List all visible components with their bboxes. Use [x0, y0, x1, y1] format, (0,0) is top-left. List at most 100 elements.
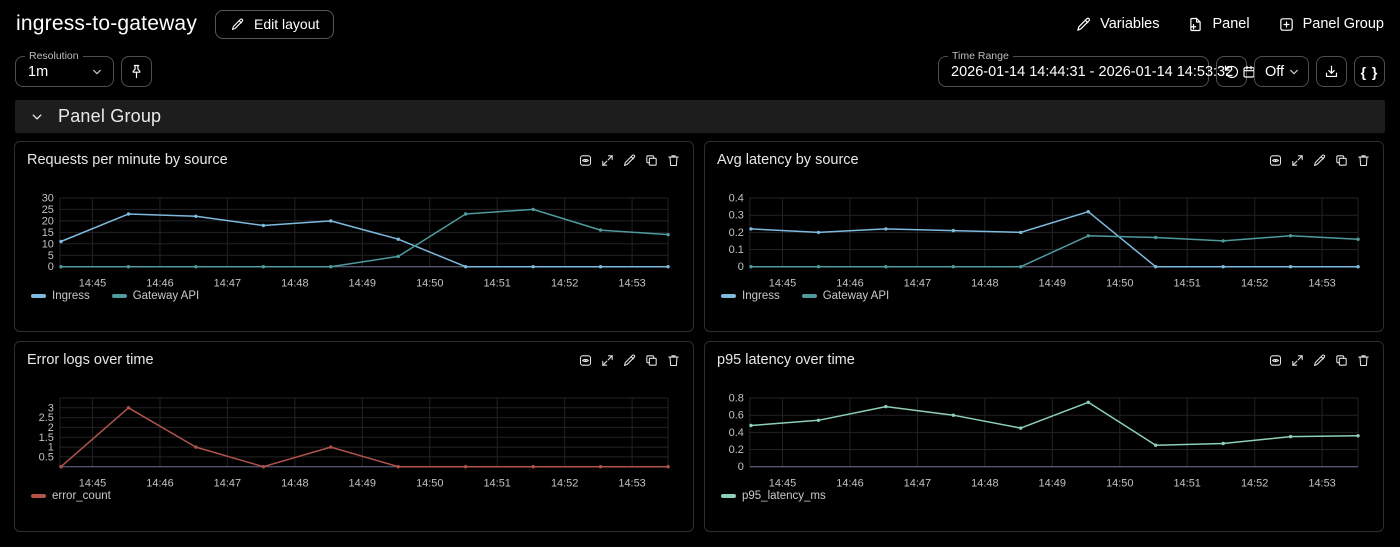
svg-text:14:52: 14:52: [551, 477, 578, 489]
legend-swatch-icon: [721, 494, 736, 498]
panel-label: Panel: [1212, 16, 1249, 32]
svg-text:14:52: 14:52: [551, 277, 578, 289]
svg-text:10: 10: [42, 238, 54, 250]
edit-layout-button[interactable]: Edit layout: [215, 10, 334, 39]
pencil-icon: [230, 17, 245, 32]
refresh-interval-select[interactable]: Off: [1254, 56, 1309, 87]
legend-item[interactable]: error_count: [31, 490, 111, 502]
duplicate-panel-icon[interactable]: [1334, 153, 1349, 168]
duplicate-panel-icon[interactable]: [644, 353, 659, 368]
svg-text:14:48: 14:48: [971, 277, 998, 289]
add-panel-button[interactable]: Panel: [1187, 16, 1249, 33]
duplicate-panel-icon[interactable]: [644, 153, 659, 168]
panel-p95-latency: p95 latency over time 00.20.40.60.814:45…: [704, 341, 1384, 532]
chevron-down-icon: [89, 64, 105, 80]
svg-text:0: 0: [48, 261, 54, 273]
edit-panel-icon[interactable]: [1312, 153, 1327, 168]
svg-text:14:47: 14:47: [214, 477, 241, 489]
view-queries-icon[interactable]: [1268, 353, 1283, 368]
legend-item[interactable]: Gateway API: [802, 290, 889, 302]
legend-swatch-icon: [721, 294, 736, 298]
svg-text:14:45: 14:45: [79, 277, 106, 289]
panel-group-label: Panel Group: [1303, 16, 1384, 32]
panel-group-header[interactable]: Panel Group: [15, 100, 1385, 133]
panel-group-title: Panel Group: [58, 106, 161, 127]
panel-error-logs: Error logs over time 0.511.522.5314:4514…: [14, 341, 694, 532]
resolution-label: Resolution: [25, 51, 83, 62]
expand-panel-icon[interactable]: [600, 353, 615, 368]
resolution-select[interactable]: Resolution 1m: [15, 56, 114, 87]
legend-item[interactable]: Ingress: [31, 290, 90, 302]
delete-panel-icon[interactable]: [666, 353, 681, 368]
legend-swatch-icon: [802, 294, 817, 298]
svg-text:0: 0: [738, 261, 744, 273]
panel-avg-latency: Avg latency by source 00.10.20.30.414:45…: [704, 141, 1384, 332]
svg-text:14:51: 14:51: [483, 477, 510, 489]
view-queries-icon[interactable]: [578, 353, 593, 368]
svg-text:0.8: 0.8: [729, 392, 744, 404]
svg-text:14:52: 14:52: [1241, 477, 1268, 489]
svg-text:14:52: 14:52: [1241, 277, 1268, 289]
svg-text:0.6: 0.6: [729, 410, 744, 422]
edit-panel-icon[interactable]: [622, 353, 637, 368]
svg-text:14:50: 14:50: [1106, 477, 1133, 489]
svg-text:14:47: 14:47: [904, 477, 931, 489]
download-dashboard-button[interactable]: [1316, 56, 1347, 87]
line-chart[interactable]: 05101520253014:4514:4614:4714:4814:4914:…: [15, 182, 693, 332]
svg-text:14:46: 14:46: [836, 277, 863, 289]
legend-item[interactable]: p95_latency_ms: [721, 490, 826, 502]
panel-toolbar: [578, 153, 681, 168]
add-panel-group-button[interactable]: Panel Group: [1278, 16, 1384, 33]
svg-text:14:53: 14:53: [1308, 277, 1335, 289]
svg-text:0.2: 0.2: [729, 227, 744, 239]
time-range-value: 2026-01-14 14:44:31 - 2026-01-14 14:53:3…: [951, 64, 1233, 80]
delete-panel-icon[interactable]: [1356, 153, 1371, 168]
line-chart[interactable]: 00.10.20.30.414:4514:4614:4714:4814:4914…: [705, 182, 1383, 332]
svg-text:14:46: 14:46: [836, 477, 863, 489]
pin-resolution-button[interactable]: [121, 56, 152, 87]
svg-text:14:46: 14:46: [146, 477, 173, 489]
delete-panel-icon[interactable]: [666, 153, 681, 168]
page-title: ingress-to-gateway: [16, 12, 197, 36]
chart-legend: error_count: [31, 490, 111, 502]
pencil-icon: [1075, 16, 1092, 33]
braces-icon: { }: [1361, 64, 1379, 80]
legend-label: error_count: [52, 490, 111, 502]
svg-text:0.4: 0.4: [729, 427, 744, 439]
svg-text:14:50: 14:50: [1106, 277, 1133, 289]
svg-text:14:53: 14:53: [1308, 477, 1335, 489]
svg-text:5: 5: [48, 250, 54, 262]
view-queries-icon[interactable]: [578, 153, 593, 168]
collapse-chevron-icon[interactable]: [28, 108, 46, 126]
svg-text:14:48: 14:48: [281, 277, 308, 289]
delete-panel-icon[interactable]: [1356, 353, 1371, 368]
line-chart[interactable]: 0.511.522.5314:4514:4614:4714:4814:4914:…: [15, 382, 693, 532]
variables-label: Variables: [1100, 16, 1159, 32]
panel-title: Avg latency by source: [717, 152, 859, 168]
panel-header: Avg latency by source: [705, 142, 1383, 168]
view-queries-icon[interactable]: [1268, 153, 1283, 168]
file-plus-icon: [1187, 16, 1204, 33]
svg-text:0.1: 0.1: [729, 244, 744, 256]
legend-item[interactable]: Gateway API: [112, 290, 199, 302]
legend-item[interactable]: Ingress: [721, 290, 780, 302]
legend-label: Ingress: [52, 290, 90, 302]
panel-toolbar: [578, 353, 681, 368]
expand-panel-icon[interactable]: [600, 153, 615, 168]
variables-button[interactable]: Variables: [1075, 16, 1159, 33]
refresh-interval-value: Off: [1265, 64, 1286, 80]
dashboard-toolbar: Resolution 1m Time Range 2026-01-14 14:4…: [0, 56, 1400, 87]
panel-requests-per-minute: Requests per minute by source 0510152025…: [14, 141, 694, 332]
expand-panel-icon[interactable]: [1290, 353, 1305, 368]
json-view-button[interactable]: { }: [1354, 56, 1385, 87]
edit-panel-icon[interactable]: [622, 153, 637, 168]
header-actions: Variables Panel Panel Group: [1075, 16, 1384, 33]
duplicate-panel-icon[interactable]: [1334, 353, 1349, 368]
panel-title: Error logs over time: [27, 352, 154, 368]
edit-panel-icon[interactable]: [1312, 353, 1327, 368]
line-chart[interactable]: 00.20.40.60.814:4514:4614:4714:4814:4914…: [705, 382, 1383, 532]
expand-panel-icon[interactable]: [1290, 153, 1305, 168]
svg-text:14:46: 14:46: [146, 277, 173, 289]
time-range-picker[interactable]: Time Range 2026-01-14 14:44:31 - 2026-01…: [938, 56, 1209, 87]
dashboard-header: ingress-to-gateway Edit layout Variables…: [0, 0, 1400, 39]
